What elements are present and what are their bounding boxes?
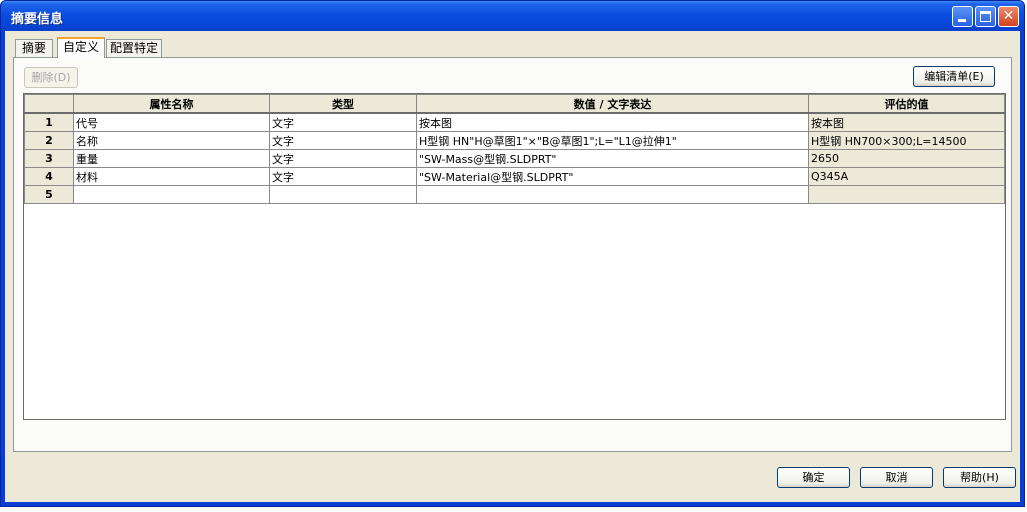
minimize-icon	[958, 19, 966, 22]
title-bar[interactable]: 摘要信息 ✕	[1, 1, 1024, 31]
row-number[interactable]: 5	[24, 185, 74, 204]
minimize-button[interactable]	[952, 6, 973, 27]
maximize-button[interactable]	[975, 6, 996, 27]
help-button[interactable]: 帮助(H)	[943, 467, 1016, 488]
value-expression-cell[interactable]: 按本图	[416, 112, 809, 132]
window-title: 摘要信息	[11, 12, 64, 27]
evaluated-value-cell: H型钢 HN700×300;L=14500	[808, 131, 1005, 150]
evaluated-value-cell: Q345A	[808, 167, 1005, 186]
column-header-evaluated-value[interactable]: 评估的值	[808, 94, 1005, 114]
tab-custom[interactable]: 自定义	[57, 37, 105, 58]
close-icon: ✕	[1002, 8, 1015, 24]
property-name-cell[interactable]: 重量	[73, 149, 270, 168]
row-number[interactable]: 4	[24, 167, 74, 186]
delete-button[interactable]: 删除(D)	[24, 67, 78, 88]
column-header-type[interactable]: 类型	[269, 94, 417, 114]
value-expression-cell[interactable]: H型钢 HN"H@草图1"×"B@草图1";L="L1@拉伸1"	[416, 131, 809, 150]
custom-tab-panel: 删除(D) 编辑清单(E) 属性名称 类型 数值 / 文字表达 评估的值 1 代…	[13, 57, 1012, 452]
maximize-icon	[980, 11, 991, 22]
table-header-row: 属性名称 类型 数值 / 文字表达 评估的值	[24, 94, 1005, 114]
property-name-cell[interactable]: 代号	[73, 112, 270, 132]
value-expression-cell[interactable]	[416, 185, 809, 204]
row-number[interactable]: 2	[24, 131, 74, 150]
properties-grid: 属性名称 类型 数值 / 文字表达 评估的值 1 代号 文字 按本图 按本图 2…	[23, 93, 1006, 420]
table-row[interactable]: 4 材料 文字 "SW-Material@型钢.SLDPRT" Q345A	[24, 167, 1005, 186]
row-number[interactable]: 1	[24, 112, 74, 132]
column-header-property-name[interactable]: 属性名称	[73, 94, 270, 114]
property-name-cell[interactable]: 名称	[73, 131, 270, 150]
cancel-button[interactable]: 取消	[860, 467, 933, 488]
property-type-cell[interactable]: 文字	[269, 131, 417, 150]
evaluated-value-cell: 2650	[808, 149, 1005, 168]
column-header-rownum[interactable]	[24, 94, 74, 114]
table-row[interactable]: 5	[24, 185, 1005, 204]
evaluated-value-cell: 按本图	[808, 112, 1005, 132]
tab-summary[interactable]: 摘要	[15, 39, 53, 57]
property-name-cell[interactable]: 材料	[73, 167, 270, 186]
summary-info-dialog: 摘要信息 ✕ 摘要 自定义 配置特定 删除(D) 编辑清单(E) 属性名称 类型…	[0, 0, 1025, 507]
table-row[interactable]: 1 代号 文字 按本图 按本图	[24, 112, 1005, 132]
ok-button[interactable]: 确定	[777, 467, 850, 488]
close-button[interactable]: ✕	[998, 6, 1019, 27]
dialog-client-area: 摘要 自定义 配置特定 删除(D) 编辑清单(E) 属性名称 类型 数值 / 文…	[5, 31, 1020, 502]
table-row[interactable]: 2 名称 文字 H型钢 HN"H@草图1"×"B@草图1";L="L1@拉伸1"…	[24, 131, 1005, 150]
value-expression-cell[interactable]: "SW-Material@型钢.SLDPRT"	[416, 167, 809, 186]
property-name-cell[interactable]	[73, 185, 270, 204]
property-type-cell[interactable]: 文字	[269, 112, 417, 132]
row-number[interactable]: 3	[24, 149, 74, 168]
tab-config-specific[interactable]: 配置特定	[106, 39, 162, 57]
property-type-cell[interactable]	[269, 185, 417, 204]
property-type-cell[interactable]: 文字	[269, 167, 417, 186]
value-expression-cell[interactable]: "SW-Mass@型钢.SLDPRT"	[416, 149, 809, 168]
properties-table: 属性名称 类型 数值 / 文字表达 评估的值 1 代号 文字 按本图 按本图 2…	[24, 94, 1005, 204]
evaluated-value-cell	[808, 185, 1005, 204]
property-type-cell[interactable]: 文字	[269, 149, 417, 168]
column-header-value-expression[interactable]: 数值 / 文字表达	[416, 94, 809, 114]
edit-list-button[interactable]: 编辑清单(E)	[913, 66, 995, 87]
table-row[interactable]: 3 重量 文字 "SW-Mass@型钢.SLDPRT" 2650	[24, 149, 1005, 168]
